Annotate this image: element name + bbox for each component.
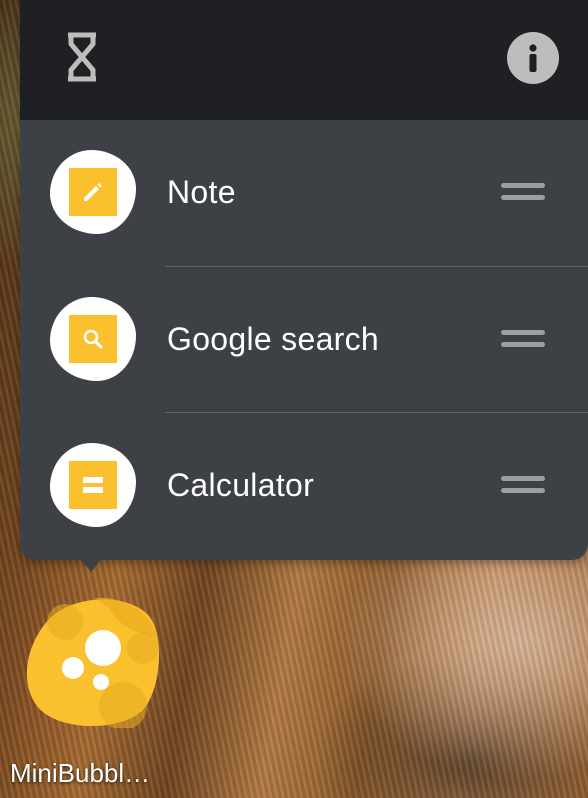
info-button[interactable] [507,32,559,84]
calculator-icon [83,477,103,493]
info-icon [529,44,537,72]
search-icon [83,329,103,349]
drag-handle-icon[interactable] [501,183,545,203]
minibubble-icon[interactable] [25,594,159,728]
drag-handle-icon[interactable] [501,476,545,496]
search-app-badge [50,297,136,381]
menu-item-label: Calculator [167,467,315,503]
menu-item-note[interactable]: Note [20,120,588,266]
popup-pointer [80,558,102,572]
menu-item-label: Google search [167,321,380,357]
shortcut-popup-panel: Note Google search Calculator [20,0,588,560]
pencil-icon [84,183,102,201]
minibubble-label: MiniBubbl… [10,758,151,788]
drag-handle-icon[interactable] [501,330,545,350]
menu-item-google-search[interactable]: Google search [20,267,588,413]
popup-header [20,0,588,120]
hourglass-icon[interactable] [64,32,100,82]
note-app-badge [50,150,136,234]
menu-item-calculator[interactable]: Calculator [20,413,588,559]
menu-item-label: Note [167,174,236,210]
calculator-app-badge [50,443,136,527]
